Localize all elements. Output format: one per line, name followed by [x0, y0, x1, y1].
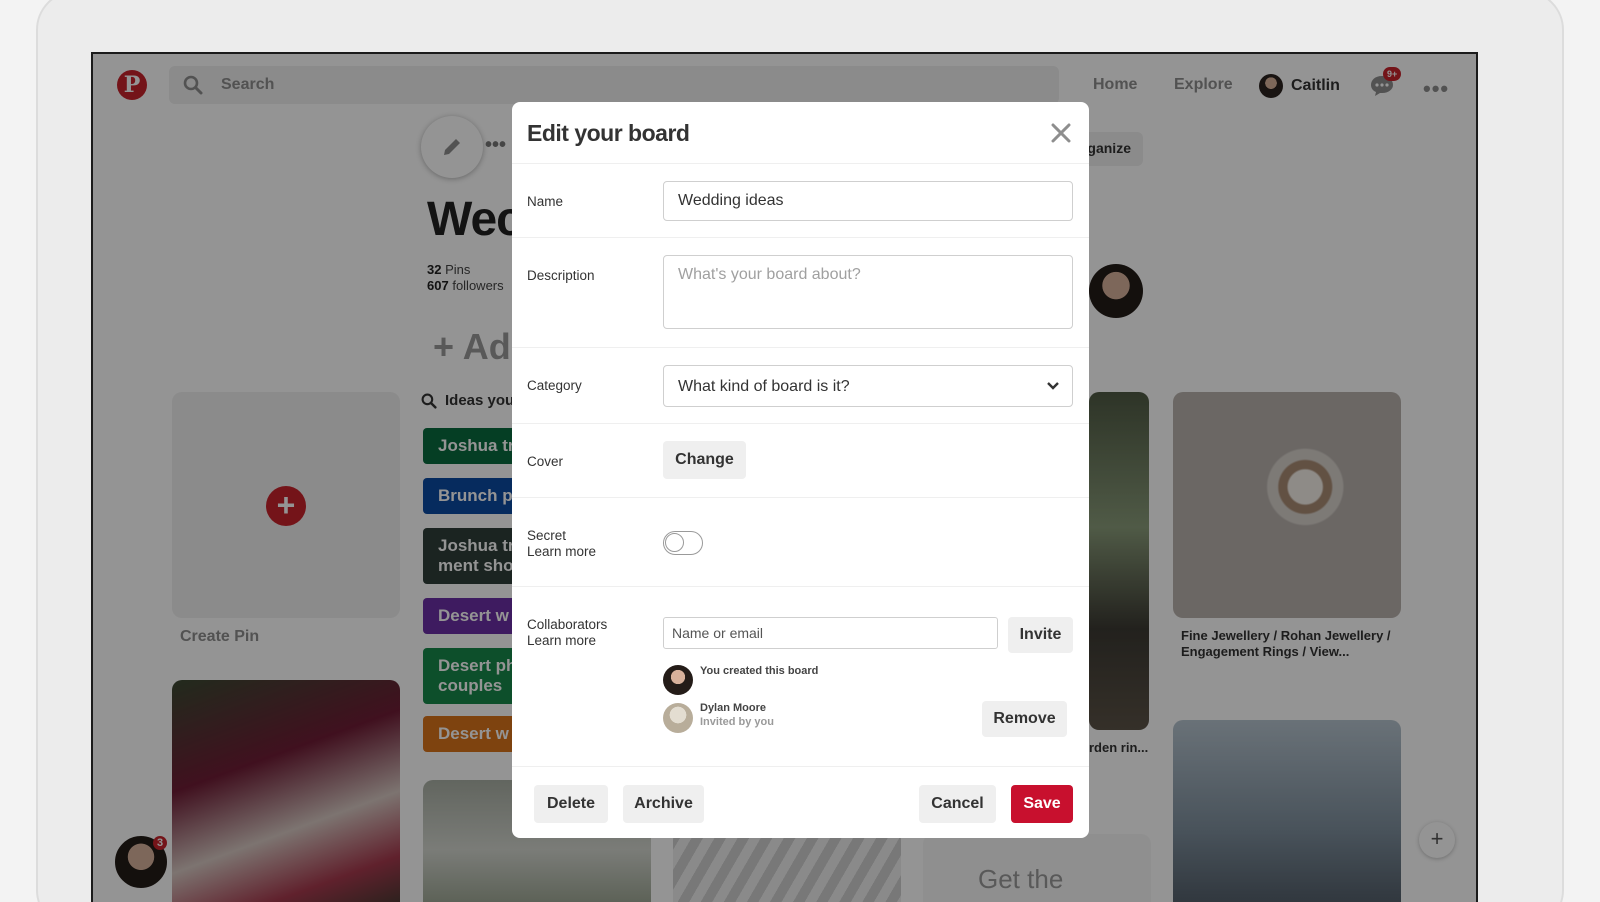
collaborator-status: Invited by you: [700, 716, 774, 728]
remove-collaborator-button[interactable]: Remove: [982, 701, 1067, 737]
collaborator-email-input[interactable]: [663, 617, 998, 649]
category-value: What kind of board is it?: [678, 378, 850, 395]
modal-footer: Delete Archive Cancel Save: [512, 767, 1089, 837]
collaborators-learn-more-link[interactable]: Learn more: [527, 633, 596, 648]
collaborators-label-group: Collaborators Learn more: [527, 617, 607, 649]
change-cover-button[interactable]: Change: [663, 441, 746, 479]
collaborator-name: Dylan Moore: [700, 702, 767, 714]
screen: P Search Home Explore Caitlin 9+ ••• •••…: [91, 52, 1478, 902]
category-row: Category What kind of board is it?: [512, 348, 1089, 424]
modal-title: Edit your board: [527, 120, 690, 146]
cover-row: Cover Change: [512, 424, 1089, 498]
description-label: Description: [527, 268, 595, 283]
archive-button[interactable]: Archive: [623, 785, 704, 823]
you-created-text: You created this board: [700, 665, 819, 677]
collaborators-row: Collaborators Learn more Invite You crea…: [512, 587, 1089, 767]
chevron-down-icon: [1047, 382, 1059, 390]
modal-header: Edit your board: [512, 102, 1089, 164]
name-label: Name: [527, 194, 564, 209]
description-row: Description: [512, 238, 1089, 348]
name-input[interactable]: [663, 181, 1073, 221]
secret-row: Secret Learn more: [512, 498, 1089, 587]
secret-learn-more-link[interactable]: Learn more: [527, 544, 596, 559]
save-button[interactable]: Save: [1011, 785, 1073, 823]
cancel-button[interactable]: Cancel: [919, 785, 996, 823]
collaborator-info: Dylan Moore Invited by you: [700, 701, 774, 729]
category-label: Category: [527, 378, 582, 393]
secret-toggle[interactable]: [663, 531, 703, 555]
avatar: [663, 703, 693, 733]
collaborators-label: Collaborators: [527, 617, 608, 632]
secret-label-group: Secret Learn more: [527, 528, 596, 560]
description-input[interactable]: [663, 255, 1073, 329]
invite-button[interactable]: Invite: [1008, 617, 1073, 653]
cover-label: Cover: [527, 454, 564, 469]
category-select[interactable]: What kind of board is it?: [663, 365, 1073, 407]
avatar: [663, 665, 693, 695]
delete-button[interactable]: Delete: [534, 785, 608, 823]
toggle-knob: [665, 533, 684, 552]
secret-label: Secret: [527, 528, 567, 543]
name-row: Name: [512, 164, 1089, 238]
edit-board-modal: Edit your board Name Description Categor…: [512, 102, 1089, 838]
close-icon[interactable]: [1050, 122, 1072, 144]
